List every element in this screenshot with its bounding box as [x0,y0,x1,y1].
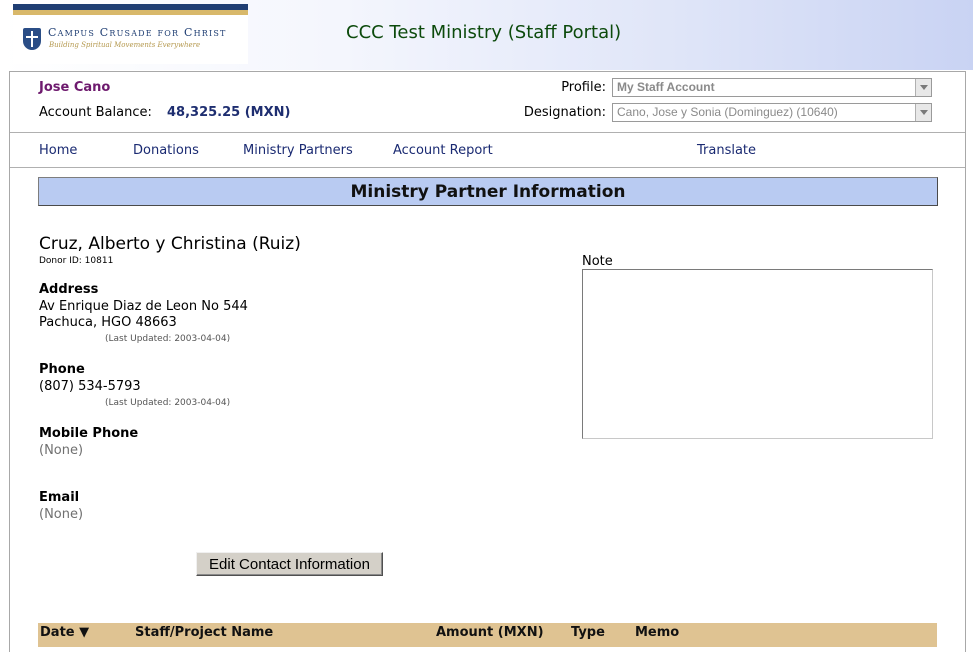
logo-tagline: Building Spiritual Movements Everywhere [49,41,201,49]
mobile-phone-value: (None) [39,443,84,458]
nav-ministry-partners[interactable]: Ministry Partners [243,143,353,158]
designation-select-value: Cano, Jose y Sonia (Dominguez) (10640) [617,105,838,119]
portal-title: CCC Test Ministry (Staff Portal) [346,22,622,43]
nav-donations[interactable]: Donations [133,143,199,158]
chevron-down-icon[interactable] [915,79,931,96]
logo-gold-stripe [13,10,248,15]
address-line-2: Pachuca, HGO 48663 [39,315,177,330]
account-balance-label: Account Balance: [39,105,152,120]
section-header: Ministry Partner Information [38,177,938,206]
address-label: Address [39,282,99,297]
email-value: (None) [39,507,84,522]
partner-name: Cruz, Alberto y Christina (Ruiz) [39,234,301,254]
edit-contact-button[interactable]: Edit Contact Information [196,552,383,576]
address-last-updated: (Last Updated: 2003-04-04) [105,334,231,344]
nav-account-report[interactable]: Account Report [393,143,493,158]
address-line-1: Av Enrique Diaz de Leon No 544 [39,299,248,314]
note-label: Note [582,254,613,269]
logo[interactable]: Campus Crusade for Christ Building Spiri… [13,4,248,64]
account-balance-value: 48,325.25 (MXN) [167,105,291,120]
profile-label: Profile: [561,80,606,95]
phone-label: Phone [39,362,85,377]
divider [10,132,965,133]
section-title: Ministry Partner Information [350,182,626,202]
top-banner: Campus Crusade for Christ Building Spiri… [0,0,973,70]
chevron-down-icon[interactable] [915,104,931,121]
cross-shield-icon [23,28,41,50]
email-label: Email [39,490,80,505]
main-frame: Jose Cano Account Balance: 48,325.25 (MX… [9,71,966,652]
gifts-table-header: Date ▼ Staff/Project Name Amount (MXN) T… [38,623,937,647]
divider [10,167,965,168]
phone-value: (807) 534-5793 [39,379,141,394]
phone-last-updated: (Last Updated: 2003-04-04) [105,398,231,408]
mobile-phone-label: Mobile Phone [39,426,139,441]
note-textarea[interactable] [582,269,933,439]
logo-name: Campus Crusade for Christ [48,26,227,39]
profile-select-value: My Staff Account [617,80,715,94]
designation-select[interactable]: Cano, Jose y Sonia (Dominguez) (10640) [612,103,932,122]
nav-translate[interactable]: Translate [697,143,756,158]
nav-home[interactable]: Home [39,143,77,158]
donor-id: Donor ID: 10811 [39,256,114,266]
user-name: Jose Cano [39,80,111,95]
designation-label: Designation: [523,105,606,120]
profile-select[interactable]: My Staff Account [612,78,932,97]
